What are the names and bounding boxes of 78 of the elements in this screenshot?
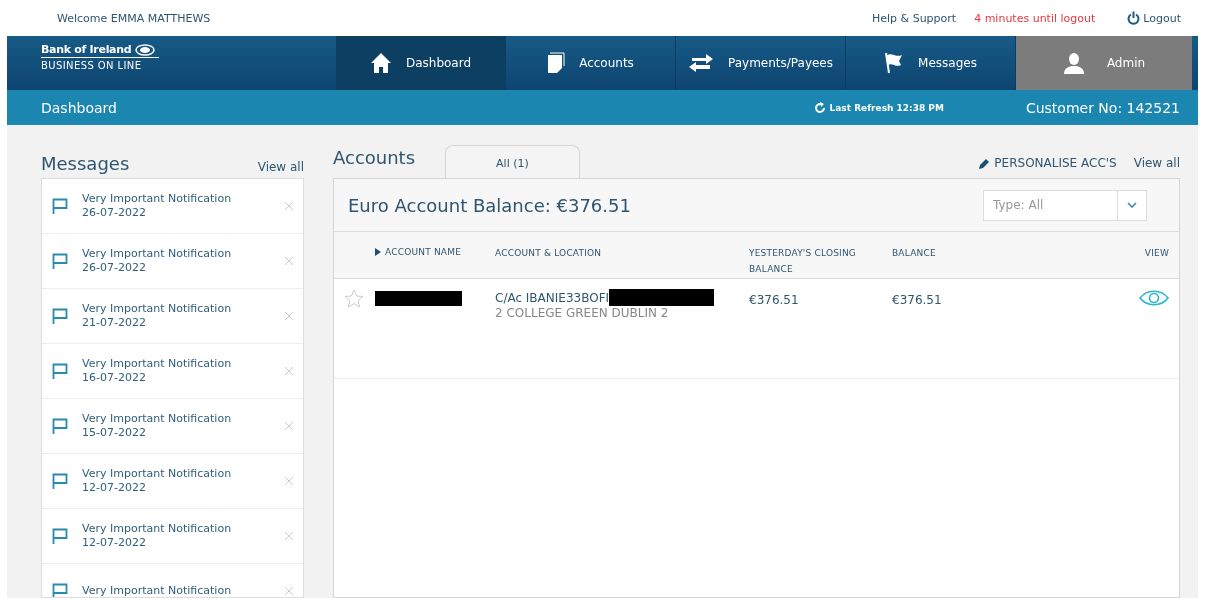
star-icon[interactable] — [344, 289, 364, 309]
sort-icon — [375, 248, 381, 256]
refresh-button[interactable]: Last Refresh 12:38 PM — [813, 101, 944, 114]
column-header: VIEW — [1144, 247, 1169, 260]
personalise-link[interactable]: PERSONALISE ACC'S — [979, 156, 1117, 178]
message-title: Very Important Notification — [82, 247, 233, 261]
accounts-heading: Accounts — [333, 147, 416, 170]
messages-heading: Messages — [41, 153, 130, 174]
column-header: ACCOUNT & LOCATION — [495, 247, 602, 260]
flag-icon — [52, 583, 68, 597]
message-title: Very Important Notification — [82, 192, 233, 206]
close-icon[interactable] — [285, 477, 293, 485]
power-icon — [1127, 11, 1141, 25]
message-item[interactable]: Very Important Notification 12-07-2022 — [42, 454, 303, 509]
message-date: 12-07-2022 — [82, 536, 147, 550]
brand-subtitle: BUSINESS ON LINE — [41, 60, 143, 71]
balance-value: €376.51 — [892, 293, 942, 307]
flag-icon — [52, 253, 68, 269]
message-date: 21-07-2022 — [82, 316, 147, 330]
message-title: Very Important Notification — [82, 467, 233, 481]
flag-icon — [884, 52, 905, 74]
close-icon[interactable] — [285, 312, 293, 320]
customer-number: Customer No: 142521 — [1025, 99, 1180, 116]
logout-link[interactable]: Logout — [1127, 11, 1181, 25]
view-all-link[interactable]: View all — [257, 160, 304, 174]
message-item[interactable]: Very Important Notification 12-07-2022 — [42, 509, 303, 564]
message-item[interactable]: Very Important Notification — [42, 564, 303, 597]
flag-icon — [52, 198, 68, 214]
flag-icon — [52, 473, 68, 489]
document-icon — [547, 52, 566, 74]
message-title: Very Important Notification — [82, 412, 233, 426]
close-icon[interactable] — [285, 422, 293, 430]
message-date: 15-07-2022 — [82, 426, 147, 440]
message-date: 12-07-2022 — [82, 481, 147, 495]
eye-icon[interactable] — [1139, 289, 1169, 307]
help-link[interactable]: Help & Support — [872, 11, 957, 25]
arrows-icon — [688, 54, 714, 72]
message-item[interactable]: Very Important Notification 26-07-2022 — [42, 179, 303, 234]
message-item[interactable]: Very Important Notification 15-07-2022 — [42, 399, 303, 454]
view-all-link[interactable]: View all — [1133, 156, 1180, 178]
house-icon — [369, 52, 392, 74]
account-location: 2 COLLEGE GREEN DUBLIN 2 — [495, 306, 670, 320]
flag-icon — [52, 418, 68, 434]
flag-icon — [52, 308, 68, 324]
filter-tab[interactable]: All (1) — [445, 145, 580, 178]
message-date: 26-07-2022 — [82, 261, 147, 275]
flag-icon — [52, 363, 68, 379]
balance-heading: Euro Account Balance: €376.51 — [348, 194, 631, 216]
message-item[interactable]: Very Important Notification 26-07-2022 — [42, 234, 303, 289]
close-icon[interactable] — [285, 257, 293, 265]
account-number: C/Ac IBANIE33BOFI — [495, 290, 610, 305]
person-icon — [1062, 52, 1085, 74]
admin-tab[interactable]: Admin — [1016, 36, 1192, 90]
message-title: Very Important Notification — [82, 302, 233, 316]
message-title: Very Important Notification — [82, 584, 233, 597]
message-item[interactable]: Very Important Notification 16-07-2022 — [42, 344, 303, 399]
welcome-text: Welcome EMMA MATTHEWS — [57, 11, 211, 25]
column-header: YESTERDAY'S CLOSING BALANCE — [749, 247, 858, 276]
message-title: Very Important Notification — [82, 357, 233, 371]
close-icon[interactable] — [285, 202, 293, 210]
close-icon[interactable] — [285, 367, 293, 375]
logout-timer: 4 minutes until logout — [974, 11, 1096, 25]
flag-icon — [52, 528, 68, 544]
brand-name: Bank of Ireland — [41, 43, 132, 56]
page-title: Dashboard — [41, 99, 117, 116]
close-icon[interactable] — [285, 587, 293, 595]
chevron-icon — [1127, 202, 1137, 208]
pencil-icon — [979, 157, 991, 169]
message-date: 26-07-2022 — [82, 206, 147, 220]
closing-balance: €376.51 — [749, 293, 799, 307]
message-title: Very Important Notification — [82, 522, 233, 536]
close-icon[interactable] — [285, 532, 293, 540]
refresh-icon — [813, 101, 826, 114]
message-date: 16-07-2022 — [82, 371, 147, 385]
nav-tab[interactable]: Dashboard — [336, 36, 506, 90]
column-header[interactable]: ACCOUNT NAME — [375, 244, 462, 260]
message-item[interactable]: Very Important Notification 21-07-2022 — [42, 289, 303, 344]
column-header: BALANCE — [892, 247, 936, 260]
